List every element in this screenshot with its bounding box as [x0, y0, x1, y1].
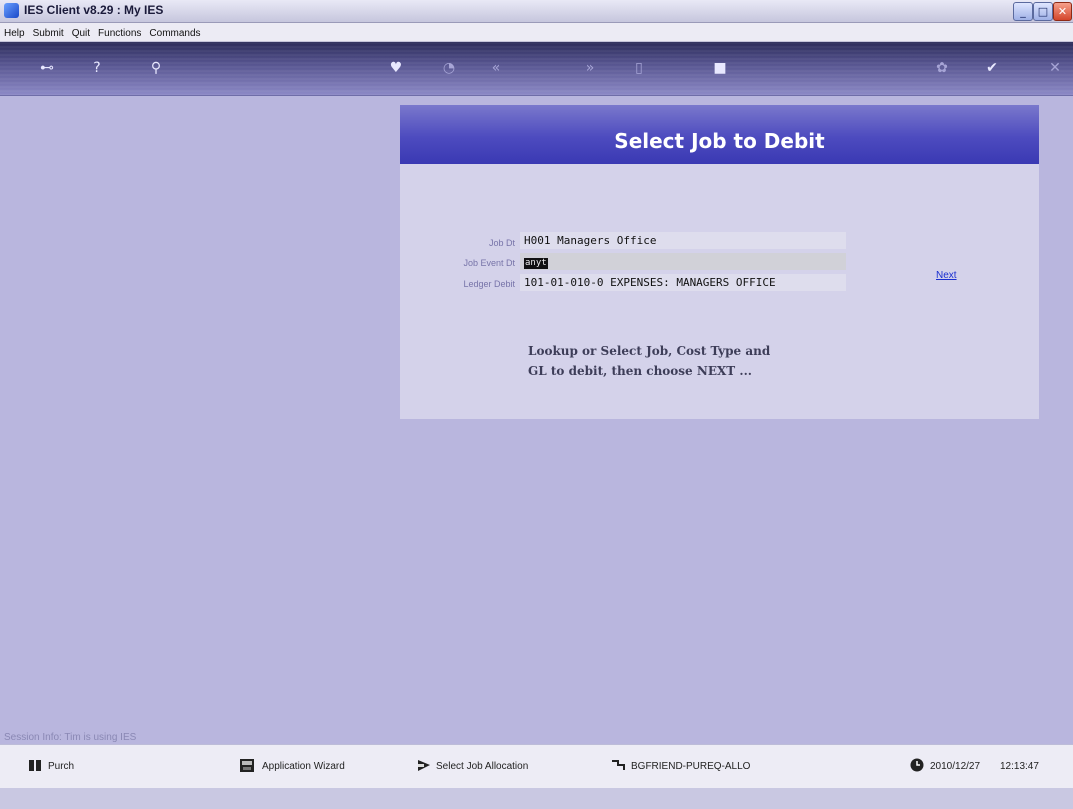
menu-help[interactable]: Help [0, 25, 29, 41]
panel-header: Select Job to Debit [400, 105, 1039, 164]
toolbar: ⊷ ? ⚲ ♥ ◔ « » ▯ ■ ✿ ✔ ✕ [0, 42, 1073, 96]
help-icon[interactable]: ? [85, 60, 109, 76]
hint-line-2: GL to debit, then choose NEXT ... [528, 364, 752, 378]
clock-icon[interactable]: ◔ [437, 60, 461, 76]
forward-icon[interactable]: » [578, 60, 602, 76]
process-code-item: BGFRIEND-PUREQ-ALLO [631, 761, 751, 772]
purch-item[interactable]: Purch [48, 761, 74, 772]
window-titlebar: IES Client v8.29 : My IES _ □ ✕ [0, 0, 1073, 23]
ok-icon[interactable]: ✔ [980, 60, 1004, 76]
next-link[interactable]: Next [936, 270, 957, 281]
clock-icon [910, 758, 924, 772]
wizard-icon [240, 759, 254, 772]
job-label: Job Dt [488, 238, 515, 248]
application-wizard-item[interactable]: Application Wizard [262, 761, 345, 772]
process-icon [612, 760, 625, 770]
page-icon[interactable]: ▯ [627, 60, 651, 76]
menu-commands[interactable]: Commands [145, 25, 204, 41]
job-field[interactable]: H001 Managers Office [520, 232, 846, 249]
search-icon[interactable]: ⚲ [144, 60, 168, 76]
cancel-icon[interactable]: ✕ [1043, 60, 1067, 76]
purch-icon [29, 760, 41, 771]
job-event-value: anyt [524, 258, 548, 269]
maximize-button[interactable]: □ [1033, 2, 1053, 21]
window-title: IES Client v8.29 : My IES [24, 3, 164, 17]
status-date: 2010/12/27 [930, 761, 981, 772]
status-time: 12:13:47 [1000, 761, 1039, 772]
minimize-button[interactable]: _ [1013, 2, 1033, 21]
page-title: Select Job to Debit [614, 129, 825, 153]
key-icon[interactable]: ⊷ [30, 60, 64, 76]
job-event-label: Job Event Dt [463, 258, 515, 268]
ledger-debit-label: Ledger Debit [463, 279, 515, 289]
ledger-debit-field[interactable]: 101-01-010-0 EXPENSES: MANAGERS OFFICE [520, 274, 846, 291]
stop-icon[interactable]: ■ [708, 60, 732, 76]
session-info: Session Info: Tim is using IES [4, 732, 137, 743]
close-button[interactable]: ✕ [1053, 2, 1072, 21]
heart-icon[interactable]: ♥ [384, 60, 408, 76]
app-icon [4, 3, 19, 18]
status-bar: Purch Application Wizard Select Job Allo… [0, 744, 1073, 788]
select-job-icon [418, 760, 430, 771]
menu-bar: Help Submit Quit Functions Commands [0, 23, 1073, 42]
menu-submit[interactable]: Submit [29, 25, 68, 41]
window-bottom-frame [0, 788, 1073, 809]
select-job-allocation-item[interactable]: Select Job Allocation [436, 761, 528, 772]
menu-quit[interactable]: Quit [68, 25, 94, 41]
job-event-field[interactable]: anyt [520, 253, 846, 270]
menu-functions[interactable]: Functions [94, 25, 145, 41]
hint-line-1: Lookup or Select Job, Cost Type and [528, 344, 771, 358]
settings-icon[interactable]: ✿ [930, 60, 954, 76]
back-icon[interactable]: « [484, 60, 508, 76]
